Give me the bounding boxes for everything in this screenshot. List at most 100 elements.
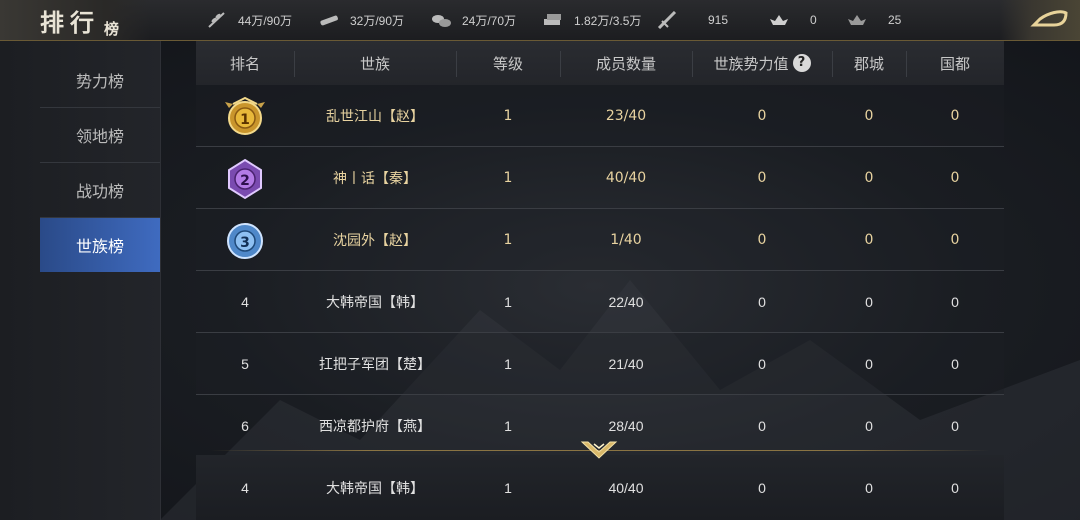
purple-medal-icon: 2 xyxy=(228,158,262,199)
clan-commandery: 0 xyxy=(865,417,873,434)
col-header-capital: 国都 xyxy=(939,54,970,73)
blue-medal-icon: 3 xyxy=(227,222,263,259)
clan-commandery: 0 xyxy=(865,293,873,310)
top-bar: 排行 榜 44万/90万 32万/90万 24万/70万 1.82万/3.5万 … xyxy=(0,0,1080,41)
sidebar-item-territory-ranking[interactable]: 领地榜 xyxy=(40,108,160,163)
clan-power: 0 xyxy=(758,293,766,310)
rank-cell: 4 xyxy=(241,293,249,310)
col-header-members: 成员数量 xyxy=(595,54,656,73)
clan-commandery: 0 xyxy=(864,231,874,248)
iron-icon xyxy=(544,14,561,25)
clan-power: 0 xyxy=(758,479,766,496)
gold-icon xyxy=(770,15,788,25)
page-title: 排行 榜 xyxy=(0,0,150,40)
silver-icon xyxy=(848,15,866,25)
rank-cell: 4 xyxy=(241,479,249,496)
rank-cell: 3 xyxy=(196,209,294,270)
clan-commandery: 0 xyxy=(864,169,874,186)
resource-iron-value: 1.82万/3.5万 xyxy=(574,13,642,28)
resource-gold: 0 xyxy=(768,0,817,40)
table-row[interactable]: 2 神丨话【秦】 1 40/40 0 0 0 xyxy=(196,147,1004,209)
clan-name: 扛把子军团【楚】 xyxy=(319,356,431,373)
clan-power: 0 xyxy=(757,107,767,124)
resource-wood-value: 32万/90万 xyxy=(350,13,405,28)
sidebar-item-clan-ranking[interactable]: 世族榜 xyxy=(40,218,160,272)
sidebar-item-label: 领地榜 xyxy=(75,127,124,146)
help-icon[interactable]: ? xyxy=(792,54,811,72)
sidebar-item-merit-ranking[interactable]: 战功榜 xyxy=(40,163,160,218)
back-button[interactable] xyxy=(1000,0,1080,40)
table-header: 排名 世族 等级 成员数量 世族势力值 ? 郡城 国都 xyxy=(196,41,1004,85)
clan-name: 大韩帝国【韩】 xyxy=(326,294,424,311)
gold-medal-icon: 1 xyxy=(225,96,265,135)
clan-commandery: 0 xyxy=(864,107,874,124)
clan-power: 0 xyxy=(757,169,767,186)
clan-power: 0 xyxy=(757,231,767,248)
clan-commandery: 0 xyxy=(865,355,873,372)
clan-name: 乱世江山【赵】 xyxy=(326,108,424,125)
clan-members: 1/40 xyxy=(610,231,642,248)
wood-icon xyxy=(320,15,338,26)
clan-level: 1 xyxy=(504,355,512,372)
clan-capital: 0 xyxy=(951,479,959,496)
col-header-commandery: 郡城 xyxy=(853,54,884,73)
rank-cell: 5 xyxy=(241,355,249,372)
sidebar-item-label: 世族榜 xyxy=(75,237,124,256)
clan-capital: 0 xyxy=(950,231,960,248)
clan-capital: 0 xyxy=(950,107,960,124)
resource-order-value: 915 xyxy=(708,13,729,27)
rank-cell: 1 xyxy=(196,85,294,146)
sidebar-item-power-ranking[interactable]: 势力榜 xyxy=(40,53,160,108)
wheat-icon xyxy=(208,12,225,28)
page-title-sub: 榜 xyxy=(104,20,120,38)
resource-wheat-value: 44万/90万 xyxy=(238,13,293,28)
resource-wood: 32万/90万 xyxy=(318,0,404,40)
table-row[interactable]: 5 扛把子军团【楚】 1 21/40 0 0 0 xyxy=(196,333,1004,395)
clan-members: 23/40 xyxy=(605,107,647,124)
rank-cell: 6 xyxy=(241,417,249,434)
col-header-power: 世族势力值 ? xyxy=(692,41,832,85)
sidebar-item-label: 战功榜 xyxy=(75,182,124,201)
resource-order: 915 xyxy=(656,0,728,40)
resource-wheat: 44万/90万 xyxy=(206,0,292,40)
clan-name: 大韩帝国【韩】 xyxy=(326,480,424,497)
page-title-main: 排行 xyxy=(40,8,100,37)
clan-name: 西凉都护府【燕】 xyxy=(319,418,431,435)
clan-members: 22/40 xyxy=(608,293,644,310)
col-header-level: 等级 xyxy=(492,54,523,73)
col-header-power-label: 世族势力值 xyxy=(713,54,789,73)
sidebar-item-label: 势力榜 xyxy=(75,72,124,91)
clan-level: 1 xyxy=(504,293,512,310)
clan-power: 0 xyxy=(758,355,766,372)
clan-capital: 0 xyxy=(951,417,959,434)
table-row[interactable]: 3 沈园外【赵】 1 1/40 0 0 0 xyxy=(196,209,1004,271)
clan-capital: 0 xyxy=(950,169,960,186)
clan-capital: 0 xyxy=(951,293,959,310)
resource-silver: 25 xyxy=(846,0,901,40)
col-header-clan: 世族 xyxy=(359,54,390,73)
chevron-down-icon[interactable] xyxy=(580,438,618,462)
clan-level: 1 xyxy=(504,417,512,434)
own-clan-row[interactable]: 4 大韩帝国【韩】 1 40/40 0 0 0 xyxy=(196,455,1004,520)
clan-members: 40/40 xyxy=(605,169,647,186)
clan-level: 1 xyxy=(503,169,513,186)
resource-stone-value: 24万/70万 xyxy=(462,13,517,28)
clan-level: 1 xyxy=(504,479,512,496)
resource-iron: 1.82万/3.5万 xyxy=(542,0,641,40)
rank-cell: 2 xyxy=(196,147,294,208)
clan-power: 0 xyxy=(758,417,766,434)
resource-gold-value: 0 xyxy=(810,13,817,27)
table-row[interactable]: 1 乱世江山【赵】 1 23/40 0 0 0 xyxy=(196,85,1004,147)
col-header-rank: 排名 xyxy=(229,54,260,73)
table-row[interactable]: 4 大韩帝国【韩】 1 22/40 0 0 0 xyxy=(196,271,1004,333)
medal-rank-number: 1 xyxy=(240,112,250,128)
medal-rank-number: 3 xyxy=(240,235,250,251)
clan-members: 21/40 xyxy=(608,355,644,372)
back-arrow-icon xyxy=(1030,10,1068,27)
sidebar: 势力榜 领地榜 战功榜 世族榜 xyxy=(0,41,161,520)
clan-members: 40/40 xyxy=(608,479,644,496)
clan-name: 沈园外【赵】 xyxy=(333,232,417,249)
clan-level: 1 xyxy=(503,107,513,124)
clan-commandery: 0 xyxy=(865,479,873,496)
clan-level: 1 xyxy=(503,231,513,248)
